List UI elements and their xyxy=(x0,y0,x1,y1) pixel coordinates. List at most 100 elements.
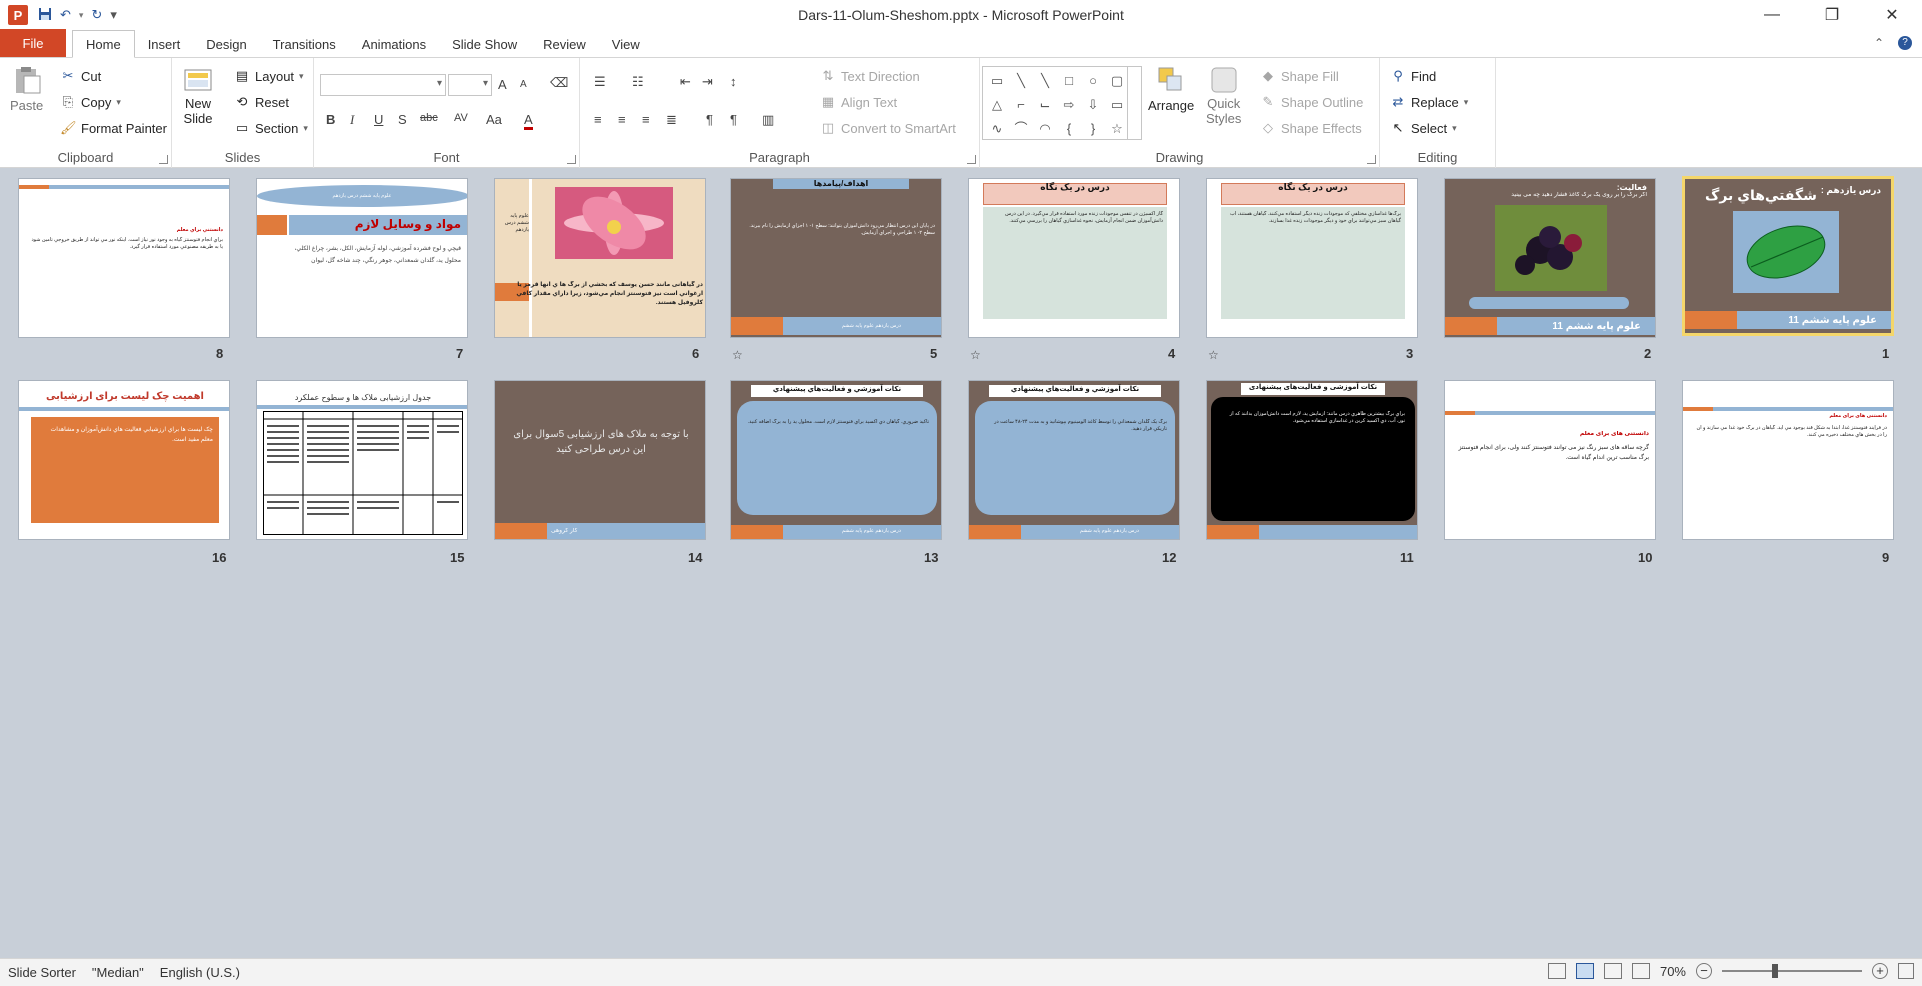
shadow-button[interactable]: S xyxy=(398,112,407,127)
ltr-icon[interactable]: ¶ xyxy=(730,112,737,127)
slide-thumbnail-15[interactable]: جدول ارزشیابی ملاک ها و سطوح عملکرد xyxy=(256,380,468,540)
fit-to-window-icon[interactable] xyxy=(1898,963,1914,979)
font-launcher-icon[interactable] xyxy=(567,155,576,164)
minimize-button[interactable]: — xyxy=(1742,0,1802,30)
brace-right-shape-icon[interactable]: } xyxy=(1083,119,1103,143)
copy-button[interactable]: ⎘ Copy ▾ xyxy=(60,94,121,110)
tab-file[interactable]: File xyxy=(0,29,66,57)
shapes-scroll[interactable] xyxy=(1127,67,1141,139)
arc-shape-icon[interactable]: ◠ xyxy=(1035,119,1055,143)
freeform-shape-icon[interactable]: ∿ xyxy=(987,119,1007,143)
connector-shape-icon[interactable]: ⌐ xyxy=(1011,95,1031,119)
slide-show-view-icon[interactable] xyxy=(1631,963,1650,979)
numbering-icon[interactable]: ☷ xyxy=(632,74,644,90)
redo-icon[interactable]: ↻ xyxy=(91,7,102,23)
slide-thumbnail-5[interactable]: اهداف/پیامدها در پايان اين درس انتظار مي… xyxy=(730,178,942,338)
tab-animations[interactable]: Animations xyxy=(349,31,439,57)
reset-button[interactable]: ⟲ Reset xyxy=(234,94,289,110)
tab-slide-show[interactable]: Slide Show xyxy=(439,31,530,57)
clipboard-launcher-icon[interactable] xyxy=(159,155,168,164)
rounded-rect-shape-icon[interactable]: ▢ xyxy=(1107,71,1127,95)
line-shape-icon[interactable]: ╲ xyxy=(1011,71,1031,95)
zoom-in-icon[interactable]: + xyxy=(1872,963,1888,979)
help-icon[interactable]: ? xyxy=(1898,36,1912,50)
slide-3-animation-icon[interactable]: ☆ xyxy=(1208,348,1219,362)
clear-formatting-icon[interactable]: ⌫ xyxy=(550,75,568,91)
convert-smartart-button[interactable]: ◫ Convert to SmartArt xyxy=(820,120,956,136)
underline-button[interactable]: U xyxy=(374,112,383,127)
arrange-button[interactable]: Arrange xyxy=(1148,64,1194,113)
slide-thumbnail-10[interactable]: دانستنی های برای معلم گرچه ساقه های سبز … xyxy=(1444,380,1656,540)
slide-thumbnail-16[interactable]: اهمیت چک لیست برای ارزشیابی چک ليست ها ب… xyxy=(18,380,230,540)
arrow-down-shape-icon[interactable]: ⇩ xyxy=(1083,95,1103,119)
line2-shape-icon[interactable]: ╲ xyxy=(1035,71,1055,95)
slide-thumbnail-13[interactable]: نکات آموزشي و فعاليت‌هاي پيشنهادي تاکيد … xyxy=(730,380,942,540)
format-painter-button[interactable]: 🖌 Format Painter xyxy=(60,120,167,136)
close-button[interactable]: ✕ xyxy=(1862,0,1922,30)
arrow-right-shape-icon[interactable]: ⇨ xyxy=(1059,95,1079,119)
section-button[interactable]: ▭ Section ▾ xyxy=(234,120,308,136)
strikethrough-button[interactable]: abc xyxy=(420,112,438,124)
save-icon[interactable] xyxy=(38,7,52,24)
tab-review[interactable]: Review xyxy=(530,31,599,57)
character-spacing-button[interactable]: AV xyxy=(454,112,468,124)
shrink-font-button[interactable]: A xyxy=(520,79,527,90)
find-button[interactable]: ⚲ Find xyxy=(1390,68,1436,84)
slide-thumbnail-4[interactable]: درس در یک نگاه گاز اکسيژن در تنفس موجودا… xyxy=(968,178,1180,338)
elbow-shape-icon[interactable]: ⌙ xyxy=(1035,95,1055,119)
bold-button[interactable]: B xyxy=(326,112,335,127)
undo-icon[interactable]: ↶ xyxy=(60,7,71,23)
slide-sorter-pane[interactable]: درس يازدهم : شگفتي‌هاي برگ علوم پايه ششم… xyxy=(0,168,1922,958)
font-family-combo[interactable] xyxy=(320,74,446,96)
slide-thumbnail-14[interactable]: با توجه به ملاک های ارزشیابی 5سوال برای … xyxy=(494,380,706,540)
zoom-slider[interactable] xyxy=(1722,964,1862,978)
align-center-icon[interactable]: ≡ xyxy=(618,112,626,127)
align-left-icon[interactable]: ≡ xyxy=(594,112,602,127)
increase-indent-icon[interactable]: ⇥ xyxy=(702,74,713,90)
layout-button[interactable]: ▤ Layout ▾ xyxy=(234,68,304,84)
rectangle-shape-icon[interactable]: □ xyxy=(1059,71,1079,95)
slide-thumbnail-9[interactable]: دانستنی های برای معلم در فرايند فتوسنتز … xyxy=(1682,380,1894,540)
quick-styles-button[interactable]: Quick Styles xyxy=(1206,64,1241,126)
font-size-combo[interactable] xyxy=(448,74,492,96)
minimize-ribbon-icon[interactable]: ⌃ xyxy=(1874,36,1884,50)
slide-thumbnail-2[interactable]: فعاليت: اگر برگ را بر روی یک برگ کاغذ فش… xyxy=(1444,178,1656,338)
zoom-out-icon[interactable]: − xyxy=(1696,963,1712,979)
columns-icon[interactable]: ▥ xyxy=(762,112,774,128)
line-spacing-icon[interactable]: ↕ xyxy=(730,74,737,89)
rect2-shape-icon[interactable]: ▭ xyxy=(1107,95,1127,119)
theme-indicator[interactable]: "Median" xyxy=(84,965,152,980)
slide-thumbnail-7[interactable]: علوم پايه ششم درس يازدهم مواد و وسایل لا… xyxy=(256,178,468,338)
tab-design[interactable]: Design xyxy=(193,31,259,57)
slide-sorter-view-icon[interactable] xyxy=(1575,963,1594,979)
paragraph-launcher-icon[interactable] xyxy=(967,155,976,164)
slide-thumbnail-12[interactable]: نکات آموزشي و فعاليت‌هاي پيشنهادي برگ يک… xyxy=(968,380,1180,540)
powerpoint-logo-icon[interactable]: P xyxy=(8,5,28,25)
align-text-button[interactable]: ▦ Align Text xyxy=(820,94,897,110)
reading-view-icon[interactable] xyxy=(1603,963,1622,979)
drawing-launcher-icon[interactable] xyxy=(1367,155,1376,164)
zoom-level[interactable]: 70% xyxy=(1660,964,1686,979)
change-case-button[interactable]: Aa xyxy=(486,112,502,127)
select-button[interactable]: ↖ Select ▾ xyxy=(1390,120,1457,136)
restore-button[interactable]: ❐ xyxy=(1802,0,1862,30)
customize-qat-icon[interactable]: ▾ xyxy=(110,7,117,23)
cut-button[interactable]: ✂ Cut xyxy=(60,68,102,84)
slide-thumbnail-11[interactable]: نکات آموزشی و فعالیت‌های پیشنهادی براي ب… xyxy=(1206,380,1418,540)
replace-button[interactable]: ⇄ Replace ▾ xyxy=(1390,94,1469,110)
tab-home[interactable]: Home xyxy=(72,30,135,58)
textbox-shape-icon[interactable]: ▭ xyxy=(987,71,1007,95)
curve-shape-icon[interactable]: ⌒ xyxy=(1011,119,1031,143)
slide-thumbnail-1[interactable]: درس يازدهم : شگفتي‌هاي برگ علوم پايه ششم… xyxy=(1682,176,1894,336)
italic-button[interactable]: I xyxy=(350,112,354,128)
tab-transitions[interactable]: Transitions xyxy=(260,31,349,57)
paste-button[interactable]: Paste xyxy=(10,64,43,113)
shape-outline-button[interactable]: ✎ Shape Outline xyxy=(1260,94,1364,110)
slide-5-animation-icon[interactable]: ☆ xyxy=(732,348,743,362)
slide-thumbnail-6[interactable]: علوم پايه ششم درس يازدهم در گیاهانی مانن… xyxy=(494,178,706,338)
new-slide-button[interactable]: New Slide xyxy=(182,64,214,126)
rtl-icon[interactable]: ¶ xyxy=(706,112,713,127)
oval-shape-icon[interactable]: ○ xyxy=(1083,71,1103,95)
language-indicator[interactable]: English (U.S.) xyxy=(152,965,248,980)
normal-view-icon[interactable] xyxy=(1547,963,1566,979)
